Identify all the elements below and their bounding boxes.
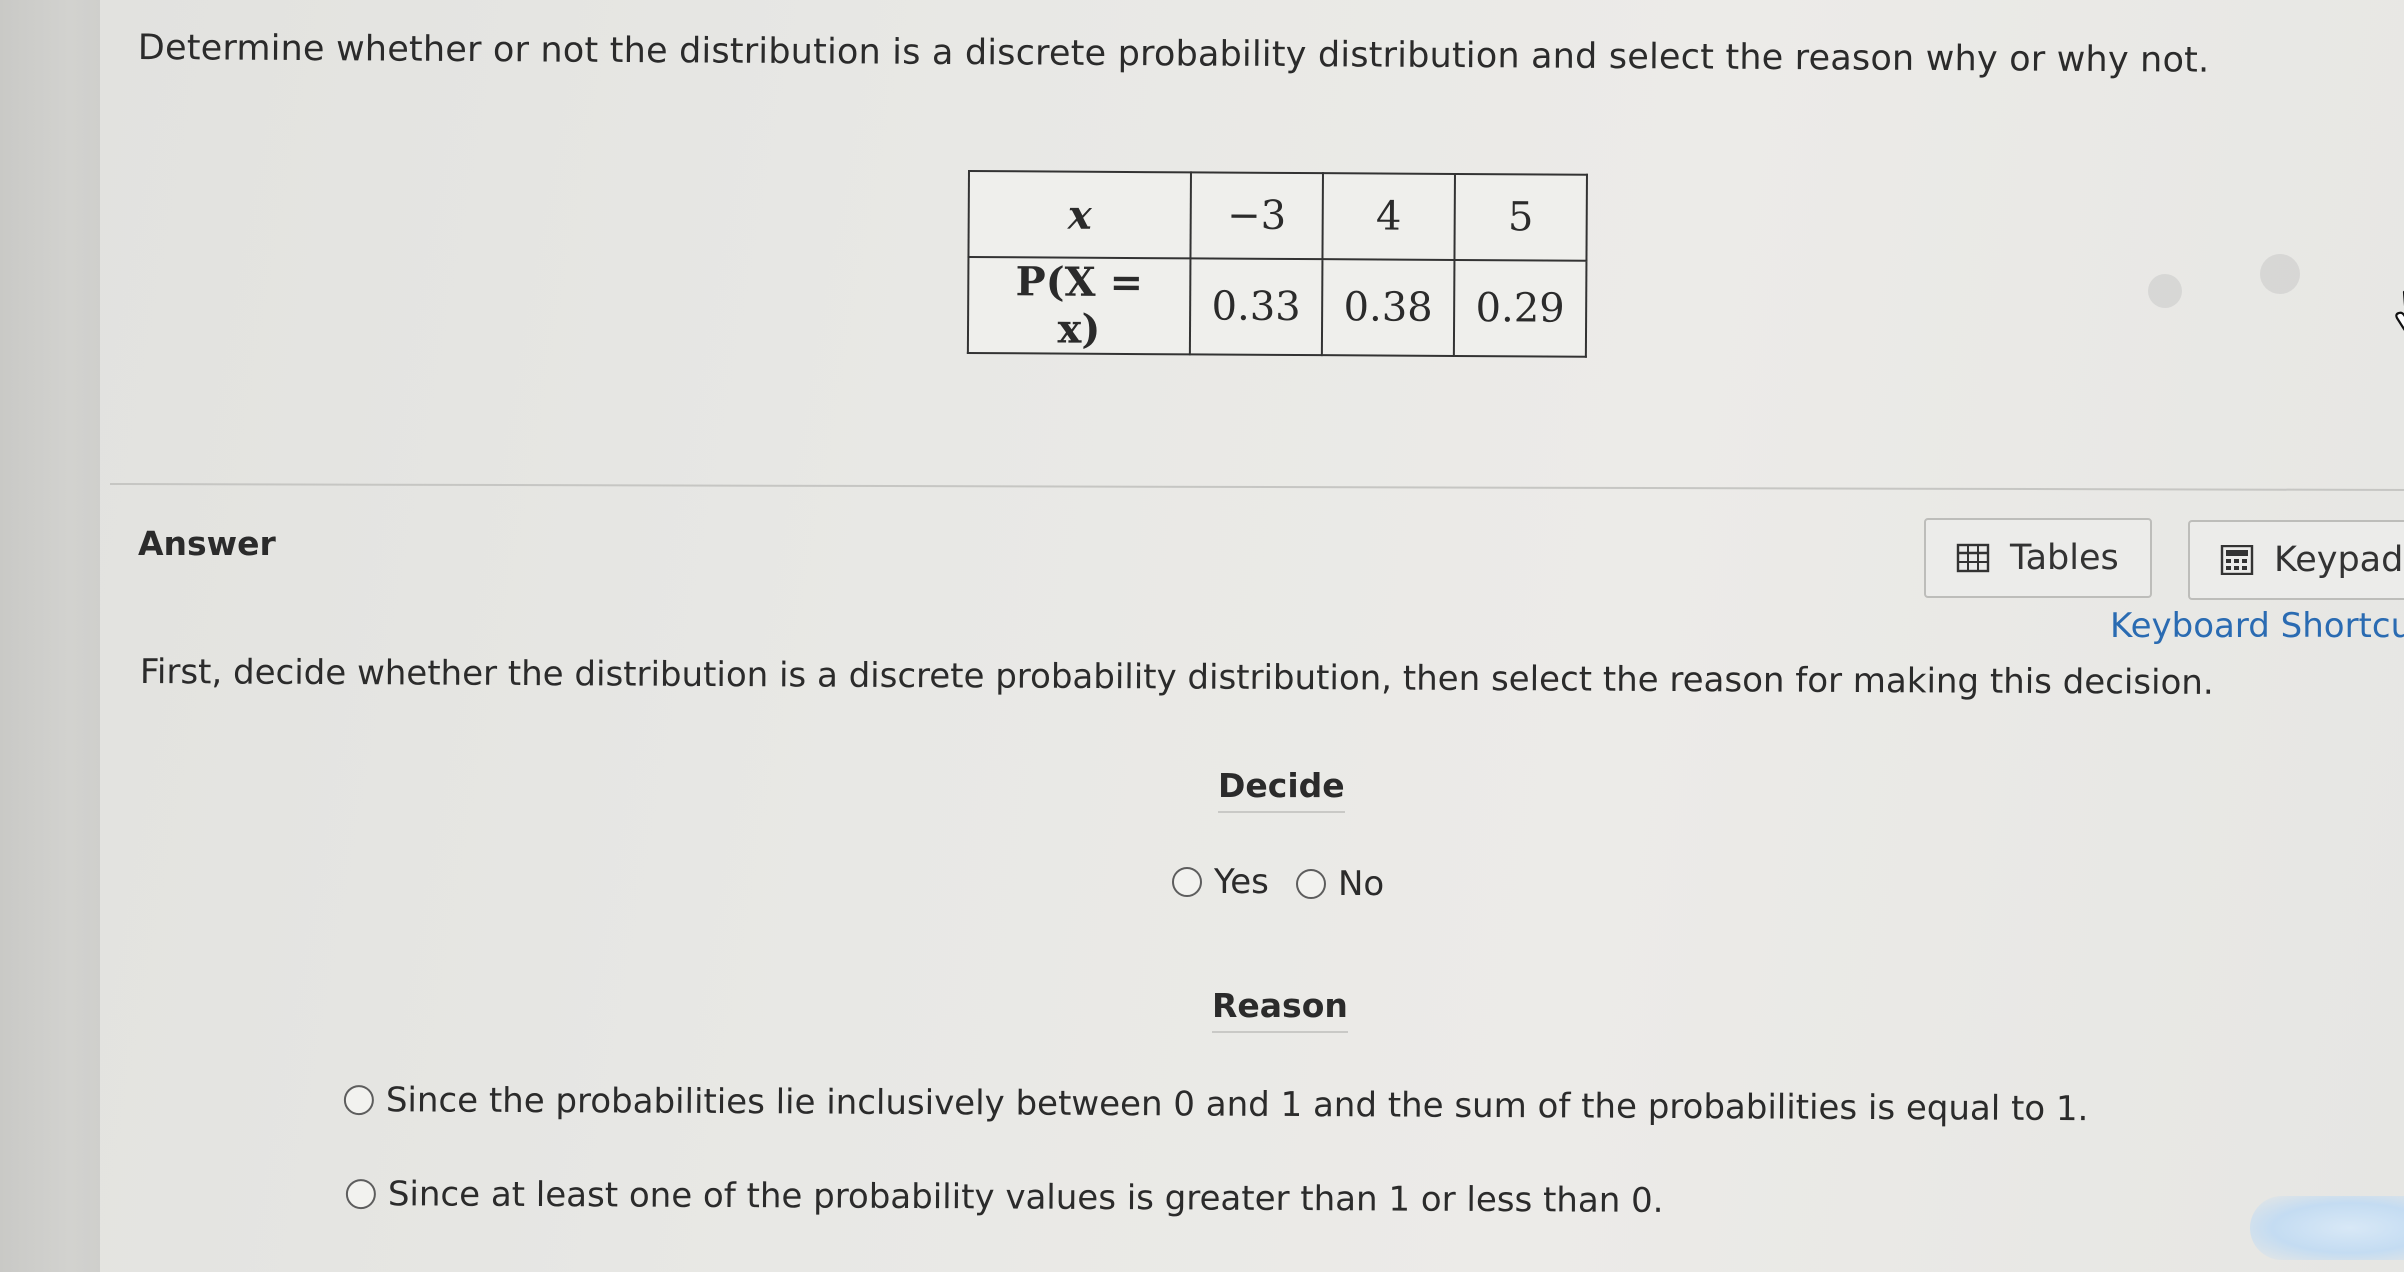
distribution-table: x −3 4 5 P(X = x) 0.33 0.38 0.29 [966,170,1588,358]
answer-heading: Answer [138,524,276,563]
left-margin [0,0,100,1272]
decide-option-label: No [1338,864,1385,904]
row-header-x: x [968,171,1191,259]
keypad-button[interactable]: Keypad [2188,520,2404,600]
table-row: P(X = x) 0.33 0.38 0.29 [967,257,1587,357]
radio-circle-icon[interactable] [345,1178,376,1210]
reason-option-valid[interactable]: Since the probabilities lie inclusively … [343,1080,2089,1130]
section-divider [110,482,2404,492]
x-value-cell: 4 [1322,173,1455,260]
decide-heading: Decide [1218,766,1345,813]
decide-option-label: Yes [1214,862,1269,902]
tables-button-label: Tables [2010,538,2119,578]
question-text: Determine whether or not the distributio… [137,28,2210,81]
reason-option-label: Since at least one of the probability va… [387,1174,1664,1221]
decide-no-option[interactable]: No [1296,864,1384,904]
question-page: Determine whether or not the distributio… [100,0,2404,1272]
probability-cell: 0.29 [1453,259,1587,357]
reason-option-out-of-range[interactable]: Since at least one of the probability va… [345,1174,1664,1221]
probability-cell: 0.33 [1189,258,1323,356]
probability-cell: 0.38 [1321,259,1455,356]
keypad-button-label: Keypad [2274,540,2404,580]
reason-option-label: Since the probabilities lie inclusively … [385,1080,2089,1130]
radio-circle-icon[interactable] [1296,869,1326,899]
table-row: x −3 4 5 [968,171,1587,261]
screen-glare [2260,254,2300,294]
radio-circle-icon[interactable] [1172,867,1202,897]
radio-circle-icon[interactable] [343,1084,374,1116]
calculator-icon [2220,545,2254,575]
hand-pointer-icon [2395,290,2404,332]
tables-button[interactable]: Tables [1924,518,2152,598]
screen-glare [2148,274,2182,308]
x-value-cell: −3 [1190,172,1323,260]
x-value-cell: 5 [1454,173,1587,261]
row-header-probability: P(X = x) [967,257,1191,355]
reason-heading: Reason [1212,986,1348,1033]
table-grid-icon [1956,543,1990,573]
keyboard-shortcuts-link[interactable]: Keyboard Shortcu [2110,606,2404,646]
submit-button[interactable] [2250,1196,2404,1260]
decide-yes-option[interactable]: Yes [1172,862,1269,902]
instruction-text: First, decide whether the distribution i… [139,652,2214,703]
